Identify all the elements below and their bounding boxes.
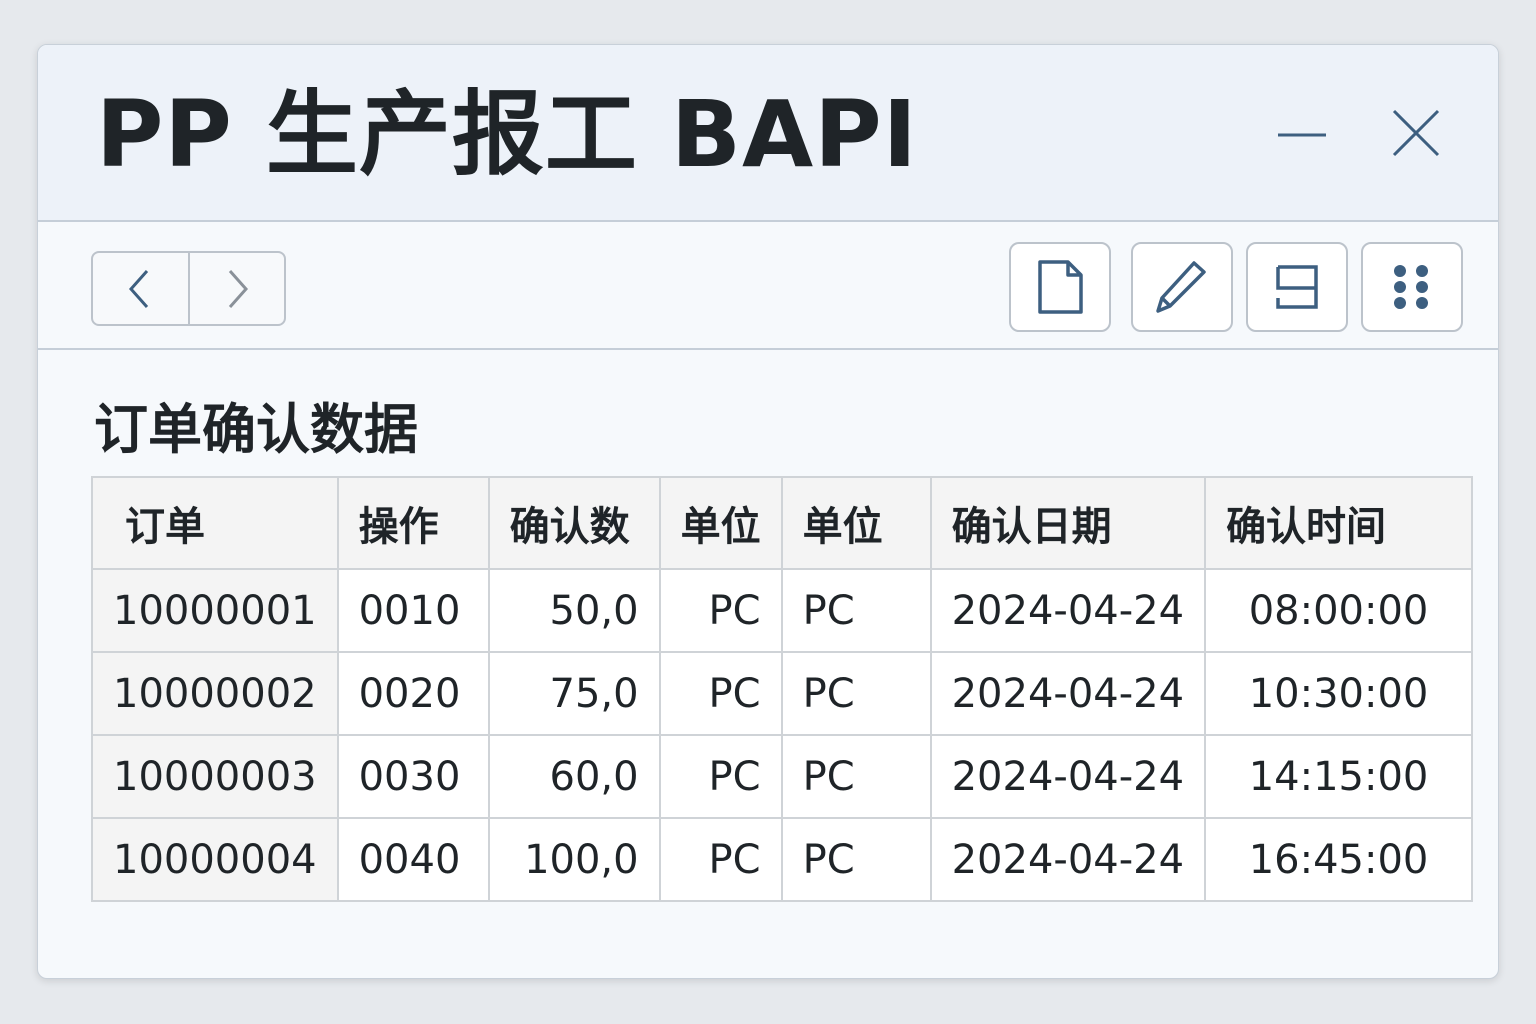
cell-time: 08:00:00 xyxy=(1204,568,1474,653)
cell-unit-2: PC xyxy=(780,568,932,653)
layout-button[interactable] xyxy=(1246,242,1348,332)
minimize-icon xyxy=(1278,133,1326,137)
forward-button[interactable] xyxy=(190,253,285,324)
cell-date: 2024-04-24 xyxy=(929,568,1207,653)
cell-order: 10000001 xyxy=(91,568,339,653)
cell-operation: 0040 xyxy=(336,817,490,902)
cell-operation: 0030 xyxy=(336,734,490,819)
table-header-row: 订单 操作 确认数 单位 单位 确认日期 确认时间 xyxy=(91,476,1474,570)
cell-unit: PC xyxy=(658,817,783,902)
table-row[interactable]: 10000003 0030 60,0 PC PC 2024-04-24 14:15:00 xyxy=(91,734,1474,819)
header-unit[interactable]: 单位 xyxy=(658,476,783,570)
cell-unit: PC xyxy=(658,568,783,653)
header-date[interactable]: 确认日期 xyxy=(929,476,1207,570)
cell-unit: PC xyxy=(658,734,783,819)
cell-quantity: 50,0 xyxy=(487,568,661,653)
cell-quantity: 100,0 xyxy=(487,817,661,902)
cell-order: 10000003 xyxy=(91,734,339,819)
confirmation-table: 订单 操作 确认数 单位 单位 确认日期 确认时间 10000001 0010 50… xyxy=(91,476,1474,902)
grid-dots-icon xyxy=(1394,265,1428,309)
cell-operation: 0020 xyxy=(336,651,490,736)
cell-date: 2024-04-24 xyxy=(929,734,1207,819)
toolbar xyxy=(38,222,1498,350)
cell-order: 10000002 xyxy=(91,651,339,736)
nav-group xyxy=(91,251,286,326)
back-button[interactable] xyxy=(93,253,190,324)
header-time[interactable]: 确认时间 xyxy=(1204,476,1474,570)
cell-date: 2024-04-24 xyxy=(929,651,1207,736)
cell-date: 2024-04-24 xyxy=(929,817,1207,902)
cell-time: 16:45:00 xyxy=(1204,817,1474,902)
window-title: PP 生产报工 BAPI xyxy=(96,81,918,188)
document-icon xyxy=(1038,260,1083,314)
header-unit-2[interactable]: 单位 xyxy=(780,476,932,570)
header-quantity[interactable]: 确认数 xyxy=(487,476,661,570)
edit-button[interactable] xyxy=(1131,242,1233,332)
menu-button[interactable] xyxy=(1361,242,1463,332)
cell-unit: PC xyxy=(658,651,783,736)
cell-time: 14:15:00 xyxy=(1204,734,1474,819)
new-document-button[interactable] xyxy=(1009,242,1111,332)
app-window: PP 生产报工 BAPI 订单确认数据 订单 操作 确认数 单位 单位 确认日期… xyxy=(37,44,1499,979)
cell-unit-2: PC xyxy=(780,817,932,902)
chevron-left-icon xyxy=(129,269,149,308)
close-button[interactable] xyxy=(1388,103,1444,159)
cell-unit-2: PC xyxy=(780,734,932,819)
cell-quantity: 60,0 xyxy=(487,734,661,819)
cell-order: 10000004 xyxy=(91,817,339,902)
table-row[interactable]: 10000004 0040 100,0 PC PC 2024-04-24 16:45:00 xyxy=(91,817,1474,902)
header-order[interactable]: 订单 xyxy=(91,476,339,570)
cell-quantity: 75,0 xyxy=(487,651,661,736)
cell-unit-2: PC xyxy=(780,651,932,736)
table-row[interactable]: 10000002 0020 75,0 PC PC 2024-04-24 10:30:00 xyxy=(91,651,1474,736)
close-icon xyxy=(1392,109,1440,157)
pencil-icon xyxy=(1156,261,1206,313)
minimize-button[interactable] xyxy=(1274,103,1330,159)
title-bar: PP 生产报工 BAPI xyxy=(38,45,1498,222)
table-row[interactable]: 10000001 0010 50,0 PC PC 2024-04-24 08:00:00 xyxy=(91,568,1474,653)
layout-icon xyxy=(1276,265,1318,309)
chevron-right-icon xyxy=(228,269,248,308)
cell-time: 10:30:00 xyxy=(1204,651,1474,736)
cell-operation: 0010 xyxy=(336,568,490,653)
section-title: 订单确认数据 xyxy=(94,398,418,461)
header-operation[interactable]: 操作 xyxy=(336,476,490,570)
